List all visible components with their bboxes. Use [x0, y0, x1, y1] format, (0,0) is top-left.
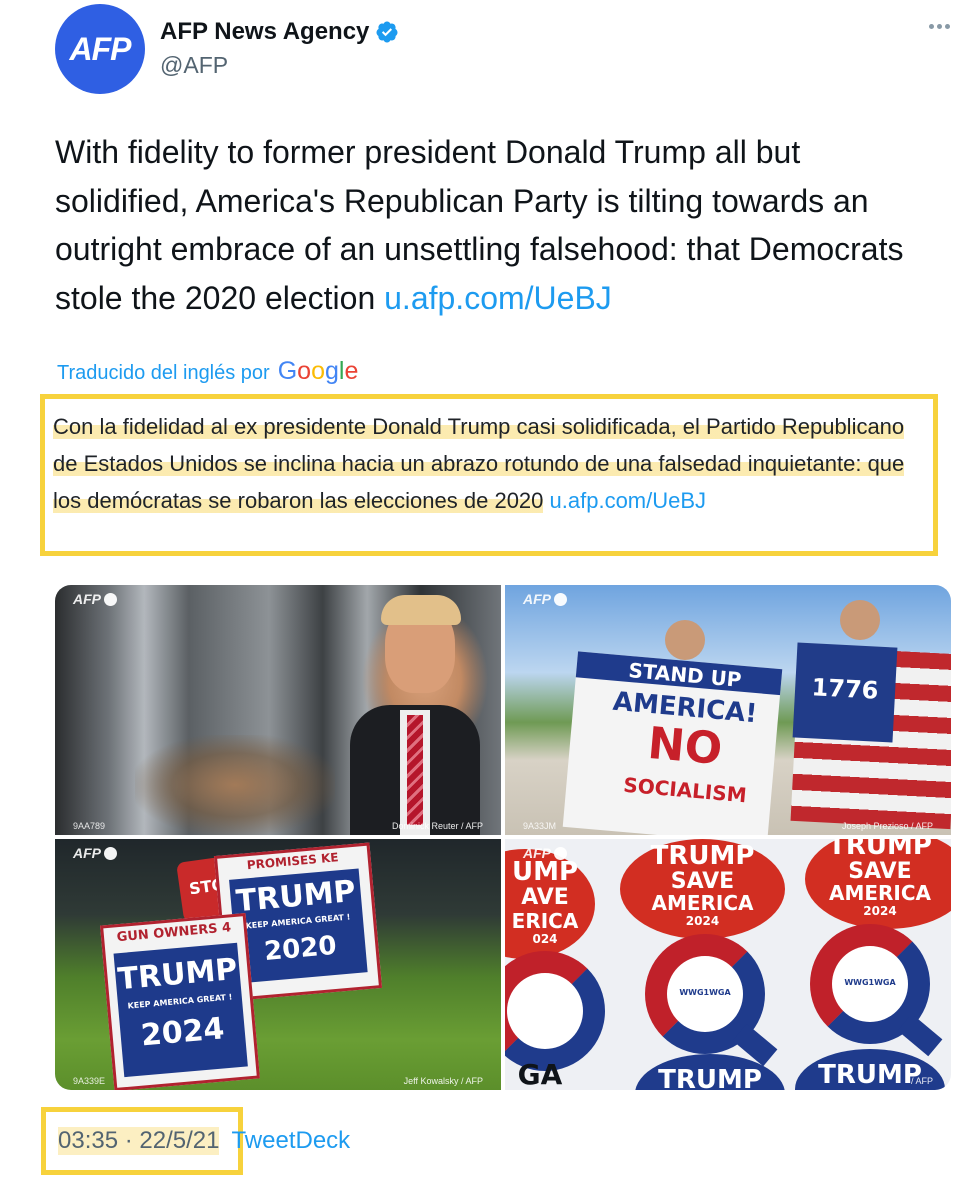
photo-credit: Joseph Prezioso / AFP [841, 821, 933, 831]
translation-attribution[interactable]: Traducido del inglés por Google [57, 357, 358, 386]
translated-by-label[interactable]: Traducido del inglés por [57, 362, 270, 385]
afp-watermark: AFP [523, 845, 567, 861]
verified-badge-icon [376, 21, 398, 43]
photo-credit: / AFP [910, 1076, 933, 1086]
tweet-link[interactable]: u.afp.com/UeBJ [384, 280, 612, 316]
translation-body: Con la fidelidad al ex presidente Donald… [53, 414, 905, 513]
photo-credit: Dominick Reuter / AFP [391, 821, 483, 831]
more-options-icon[interactable] [929, 24, 950, 29]
media-grid: AFP 9AA789 Dominick Reuter / AFP STAND U… [55, 585, 951, 1090]
handle[interactable]: @AFP [160, 52, 228, 79]
flag-year: 1776 [810, 673, 880, 705]
media-photo-2[interactable]: STAND UP AMERICA! NO SOCIALISM 1776 AFP … [505, 585, 951, 835]
photo-id: 9A33JM [523, 821, 557, 831]
google-logo: Google [277, 357, 359, 385]
avatar[interactable]: AFP [55, 4, 145, 94]
photo-id: 9A339E [73, 1076, 106, 1086]
afp-watermark: AFP [73, 591, 117, 607]
photo-id: 9AA789 [73, 821, 106, 831]
media-photo-1[interactable]: AFP 9AA789 Dominick Reuter / AFP [55, 585, 501, 835]
media-photo-4[interactable]: UMP AVE ERICA 024 TRUMP SAVE AMERICA 202… [505, 839, 951, 1090]
author-name-row[interactable]: AFP News Agency [160, 18, 399, 46]
trump-2024-sign: GUN OWNERS 4 TRUMP KEEP AMERICA GREAT ! … [100, 912, 260, 1090]
afp-watermark: AFP [73, 845, 117, 861]
photo-credit: Jeff Kowalsky / AFP [403, 1076, 483, 1086]
timestamp[interactable]: 03:35 · 22/5/21 [58, 1127, 220, 1155]
afp-watermark: AFP [523, 591, 567, 607]
display-name[interactable]: AFP News Agency [160, 18, 369, 46]
translation-text: Con la fidelidad al ex presidente Donald… [53, 408, 933, 519]
source-app-link[interactable]: TweetDeck [231, 1127, 350, 1155]
tweet-text: With fidelity to former president Donald… [55, 128, 935, 322]
media-photo-3[interactable]: STO PROMISES KE TRUMP KEEP AMERICA GREAT… [55, 839, 501, 1090]
avatar-logo-text: AFP [69, 30, 132, 67]
tweet-meta: 03:35 · 22/5/21 TweetDeck [58, 1127, 350, 1155]
translation-link[interactable]: u.afp.com/UeBJ [550, 488, 707, 513]
q-sticker [505, 951, 605, 1071]
